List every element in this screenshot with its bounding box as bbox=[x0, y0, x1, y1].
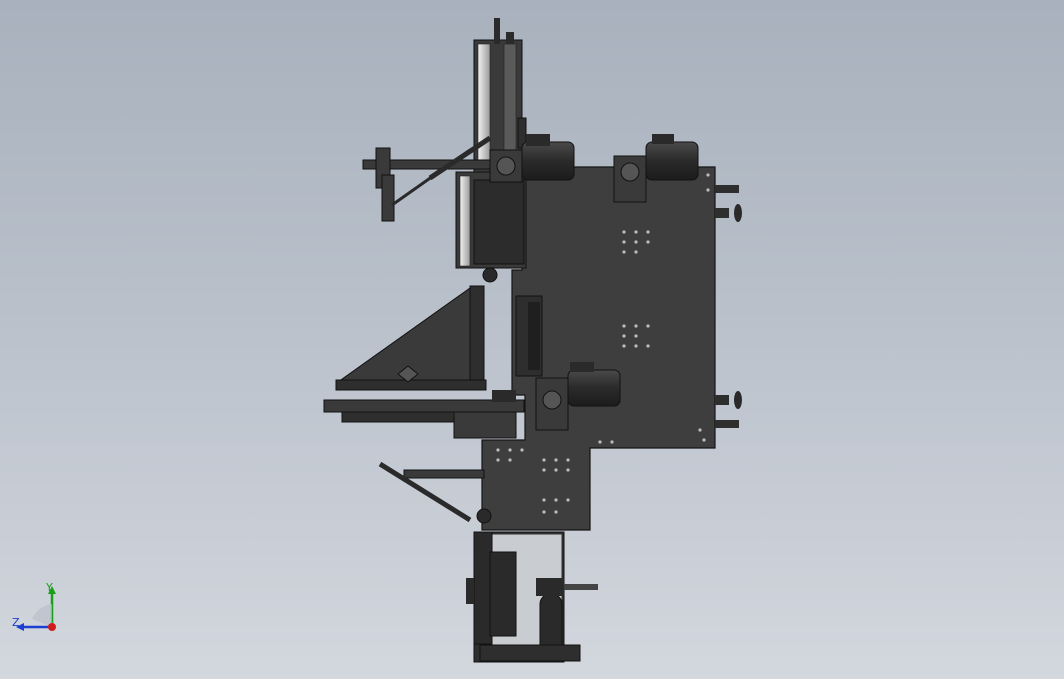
center-slot-bracket bbox=[515, 295, 543, 377]
coordinate-triad bbox=[16, 586, 56, 631]
triangular-chute bbox=[335, 285, 487, 391]
top-vertical-actuator bbox=[473, 18, 527, 173]
middle-slide-block bbox=[455, 171, 527, 283]
right-side-handles bbox=[715, 185, 742, 428]
cad-model-side-view[interactable] bbox=[0, 0, 1064, 679]
lower-angled-arm bbox=[378, 461, 492, 524]
bottom-station bbox=[466, 531, 598, 663]
y-axis-label: Y bbox=[46, 581, 53, 594]
graphics-viewport[interactable]: Y Z bbox=[0, 0, 1064, 679]
horizontal-table bbox=[323, 390, 525, 439]
z-axis-label: Z bbox=[12, 616, 20, 629]
origin-marker bbox=[48, 623, 56, 631]
